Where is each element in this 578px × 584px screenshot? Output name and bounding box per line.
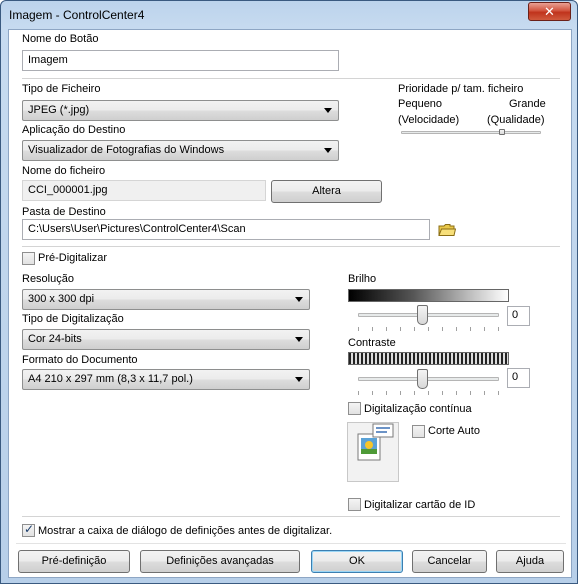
resolution-select[interactable]: 300 x 300 dpi: [22, 289, 310, 310]
document-size-value: A4 210 x 297 mm (8,3 x 11,7 pol.): [28, 373, 193, 385]
brightness-slider-ticks: [358, 327, 499, 331]
ok-button[interactable]: OK: [311, 550, 403, 573]
scan-type-label: Tipo de Digitalização: [22, 313, 124, 325]
file-type-select[interactable]: JPEG (*.jpg): [22, 100, 339, 121]
id-card-scan-checkbox[interactable]: [348, 498, 361, 511]
scan-type-value: Cor 24-bits: [28, 333, 82, 345]
contrast-slider-track[interactable]: [358, 377, 499, 381]
document-size-select[interactable]: A4 210 x 297 mm (8,3 x 11,7 pol.): [22, 369, 310, 390]
title-bar[interactable]: Imagem - ControlCenter4 ✕: [1, 1, 577, 29]
destination-app-select[interactable]: Visualizador de Fotografias do Windows: [22, 140, 339, 161]
advanced-settings-button[interactable]: Definições avançadas: [140, 550, 300, 573]
continuous-scan-checkbox[interactable]: [348, 402, 361, 415]
priority-large-label: Grande: [509, 98, 546, 110]
document-size-label: Formato do Documento: [22, 354, 138, 366]
resolution-value: 300 x 300 dpi: [28, 293, 95, 305]
file-name-field: CCI_000001.jpg: [22, 180, 266, 201]
brightness-label: Brilho: [348, 273, 377, 285]
priority-small-label: Pequeno: [398, 98, 443, 110]
chevron-down-icon: [295, 377, 303, 382]
contrast-slider-ticks: [358, 391, 499, 395]
brightness-input[interactable]: 0: [507, 306, 530, 326]
dest-folder-label: Pasta de Destino: [22, 206, 106, 218]
brightness-slider-track[interactable]: [358, 313, 499, 317]
contrast-label: Contraste: [348, 337, 396, 349]
button-name-label: Nome do Botão: [22, 33, 99, 45]
id-card-scan-label: Digitalizar cartão de ID: [364, 499, 476, 511]
brightness-gradient-bar: [348, 289, 509, 302]
contrast-slider-thumb[interactable]: [417, 369, 428, 389]
divider: [22, 246, 560, 247]
show-dialog-label: Mostrar a caixa de diálogo de definições…: [38, 525, 333, 537]
dialog-body: Nome do Botão Imagem Tipo de Ficheiro JP…: [8, 29, 572, 578]
priority-slider-track[interactable]: [401, 131, 541, 134]
resolution-label: Resolução: [22, 273, 74, 285]
divider: [22, 78, 560, 79]
cancel-button[interactable]: Cancelar: [412, 550, 487, 573]
priority-large-note: (Qualidade): [487, 114, 545, 126]
chevron-down-icon: [324, 108, 332, 113]
prescan-label: Pré-Digitalizar: [38, 252, 108, 264]
contrast-input[interactable]: 0: [507, 368, 530, 388]
button-name-input[interactable]: Imagem: [22, 50, 339, 71]
continuous-scan-label: Digitalização contínua: [364, 403, 472, 415]
show-dialog-checkbox[interactable]: [22, 522, 35, 537]
file-type-value: JPEG (*.jpg): [28, 104, 90, 116]
file-type-label: Tipo de Ficheiro: [22, 83, 101, 95]
chevron-down-icon: [295, 297, 303, 302]
priority-small-note: (Velocidade): [398, 114, 460, 126]
preset-button[interactable]: Pré-definição: [18, 550, 130, 573]
close-button[interactable]: ✕: [528, 2, 571, 21]
destination-app-label: Aplicação do Destino: [22, 124, 126, 136]
divider: [16, 543, 566, 544]
dest-folder-input[interactable]: C:\Users\User\Pictures\ControlCenter4\Sc…: [22, 219, 430, 240]
change-file-name-button[interactable]: Altera: [271, 180, 382, 203]
divider: [22, 516, 560, 517]
priority-slider-thumb[interactable]: [498, 129, 505, 135]
auto-crop-label: Corte Auto: [428, 425, 480, 437]
help-button[interactable]: Ajuda: [496, 550, 564, 573]
dialog-window: Imagem - ControlCenter4 ✕ Nome do Botão …: [0, 0, 578, 584]
auto-crop-checkbox[interactable]: [412, 425, 425, 438]
destination-app-value: Visualizador de Fotografias do Windows: [28, 144, 225, 156]
auto-crop-illustration-icon: [347, 422, 399, 482]
priority-label: Prioridade p/ tam. ficheiro: [398, 83, 524, 95]
prescan-checkbox[interactable]: [22, 252, 35, 265]
folder-icon[interactable]: [438, 223, 456, 237]
file-name-label: Nome do ficheiro: [22, 165, 106, 177]
chevron-down-icon: [324, 148, 332, 153]
scan-type-select[interactable]: Cor 24-bits: [22, 329, 310, 350]
window-title: Imagem - ControlCenter4: [9, 8, 145, 22]
contrast-pattern-bar: [348, 352, 509, 365]
brightness-slider-thumb[interactable]: [417, 305, 428, 325]
chevron-down-icon: [295, 337, 303, 342]
